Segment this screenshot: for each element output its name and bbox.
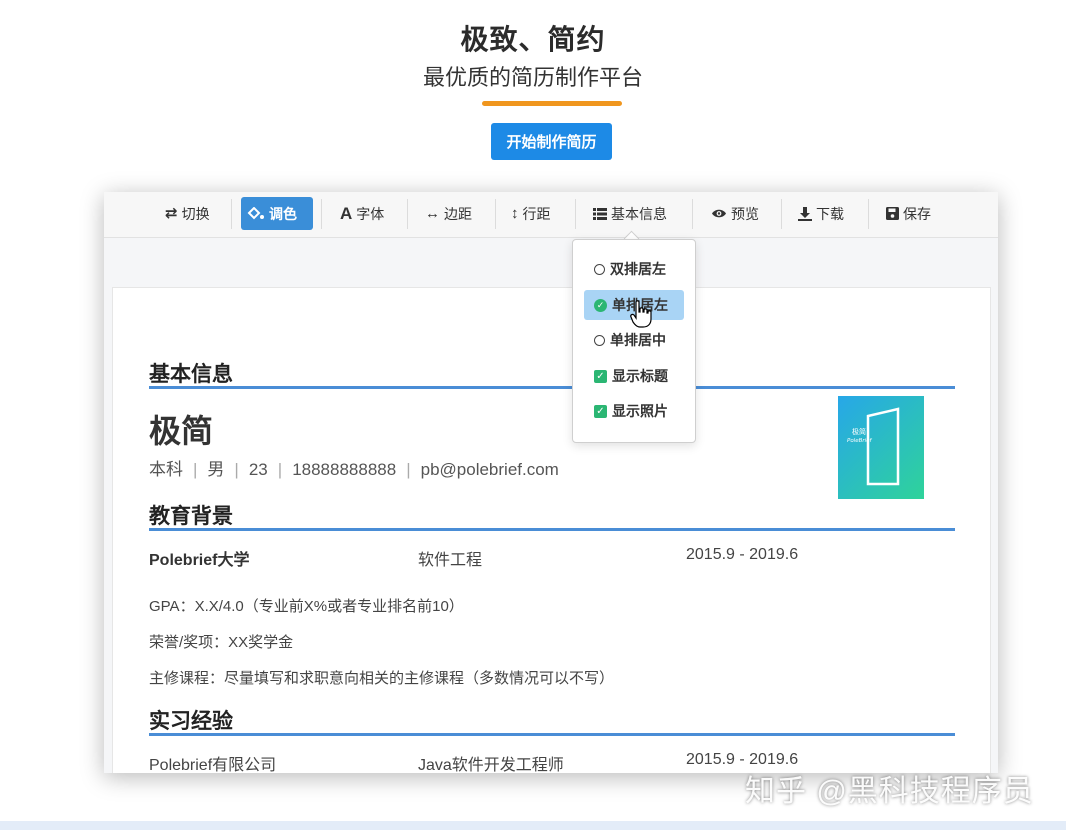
toolbar-divider: [868, 199, 869, 229]
swap-icon: ⇄: [165, 205, 178, 222]
toolbar-label: 行距: [522, 205, 551, 222]
radio-checked-icon: ✓: [594, 298, 607, 312]
menu-item-label: 双排居左: [610, 261, 666, 277]
menu-item-show-photo[interactable]: ✓ 显示照片: [584, 396, 684, 426]
section-title-internship: 实习经验: [149, 710, 233, 733]
school-name: Polebrief大学: [149, 552, 250, 569]
separator: |: [277, 460, 283, 479]
hero-subtitle: 最优质的简历制作平台: [422, 65, 643, 90]
download-icon: [798, 206, 812, 221]
toolbar-label: 切换: [181, 205, 210, 222]
font-icon: A: [340, 204, 353, 223]
checkbox-checked-icon: ✓: [594, 369, 607, 383]
menu-item-label: 单排居中: [610, 332, 666, 348]
toolbar-divider: [575, 199, 576, 229]
list-icon: [593, 207, 607, 220]
paint-bucket-icon: [247, 206, 265, 221]
checkbox-checked-icon: ✓: [594, 404, 607, 418]
toolbar-divider: [495, 199, 496, 229]
toolbar-label: 调色: [269, 205, 297, 222]
toolbar-font-button[interactable]: A 字体: [334, 197, 390, 230]
section-divider: [149, 528, 955, 531]
radio-unchecked-icon: [594, 263, 605, 275]
radio-unchecked-icon: [594, 334, 605, 346]
toolbar-basic-info-button[interactable]: 基本信息: [587, 197, 673, 230]
toolbar-label: 保存: [903, 205, 931, 222]
hero-title: 极致、简约: [460, 24, 606, 55]
toolbar-line-spacing-button[interactable]: ↕ 行距: [505, 197, 557, 230]
toolbar-label: 下载: [816, 205, 844, 222]
separator: |: [234, 460, 239, 479]
hero-underline: [482, 101, 622, 106]
resume-name: 极简: [149, 413, 214, 449]
section-divider: [149, 733, 955, 736]
toolbar-save-button[interactable]: 保存: [880, 197, 937, 230]
major-text: 软件工程: [418, 552, 483, 569]
menu-item-label: 显示标题: [612, 368, 668, 384]
phone-text: 18888888888: [292, 460, 397, 479]
degree-text: 本科: [149, 460, 183, 479]
bottom-band: [0, 821, 1066, 830]
toolbar-divider: [781, 199, 782, 229]
section-title-basic: 基本信息: [149, 363, 233, 386]
honors-text: 荣誉/奖项：XX奖学金: [149, 634, 294, 651]
layout-dropdown-menu: 双排居左 ✓ 单排居左 单排居中 ✓ 显示标题 ✓ 显示照片: [572, 239, 696, 443]
gpa-text: GPA：X.X/4.0（专业前X%或者专业排名前10）: [149, 598, 464, 615]
position-text: Java软件开发工程师: [418, 757, 564, 773]
profile-photo[interactable]: 极简 PoleBrief: [838, 396, 924, 499]
section-divider: [149, 386, 955, 389]
toolbar-divider: [321, 199, 322, 229]
menu-item-show-title[interactable]: ✓ 显示标题: [584, 361, 684, 391]
hand-pointer-icon: [630, 300, 652, 333]
start-resume-button[interactable]: 开始制作简历: [491, 123, 612, 160]
toolbar-preview-button[interactable]: 预览: [705, 197, 765, 230]
photo-logo-subtext: PoleBrief: [847, 438, 873, 444]
menu-item-double-left[interactable]: 双排居左: [584, 254, 684, 284]
vertical-arrows-icon: ↕: [511, 205, 519, 222]
gender-text: 男: [207, 460, 225, 479]
toolbar-label: 预览: [731, 205, 759, 222]
section-title-education: 教育背景: [149, 505, 233, 528]
zhihu-watermark: 知乎 @黑科技程序员: [745, 775, 1034, 808]
editor-toolbar: ⇄ 切换 调色 A 字体 ↔ 边距 ↕ 行距 基本信息 预览 下载 保存: [104, 192, 998, 238]
save-icon: [886, 207, 899, 220]
photo-logo-text: 极简: [852, 427, 866, 436]
toolbar-label: 基本信息: [611, 205, 667, 222]
company-name: Polebrief有限公司: [149, 757, 277, 773]
horizontal-arrows-icon: ↔: [425, 205, 440, 222]
menu-item-label: 显示照片: [612, 403, 668, 419]
resume-editor: ⇄ 切换 调色 A 字体 ↔ 边距 ↕ 行距 基本信息 预览 下载 保存 基本信…: [104, 192, 998, 773]
email-text: pb@polebrief.com: [420, 460, 559, 479]
courses-text: 主修课程：尽量填写和求职意向相关的主修课程（多数情况可以不写）: [149, 670, 615, 687]
separator: |: [193, 460, 198, 479]
age-text: 23: [248, 460, 268, 479]
separator: |: [406, 460, 411, 479]
contact-line: 本科 | 男 | 23 | 18888888888 | pb@polebrief.com: [149, 455, 559, 480]
toolbar-label: 字体: [356, 205, 385, 222]
eye-icon: [711, 208, 727, 219]
toolbar-divider: [407, 199, 408, 229]
resume-paper[interactable]: 基本信息 极简 本科 | 男 | 23 | 18888888888 | pb@polebrief…: [112, 287, 991, 773]
education-period: 2015.9 - 2019.6: [686, 546, 799, 563]
toolbar-margin-button[interactable]: ↔ 边距: [419, 197, 478, 230]
toolbar-divider: [231, 199, 232, 229]
toolbar-label: 边距: [444, 205, 472, 222]
toolbar-switch-button[interactable]: ⇄ 切换: [159, 197, 216, 230]
toolbar-divider: [692, 199, 693, 229]
toolbar-download-button[interactable]: 下载: [792, 197, 850, 230]
toolbar-color-button[interactable]: 调色: [241, 197, 313, 230]
